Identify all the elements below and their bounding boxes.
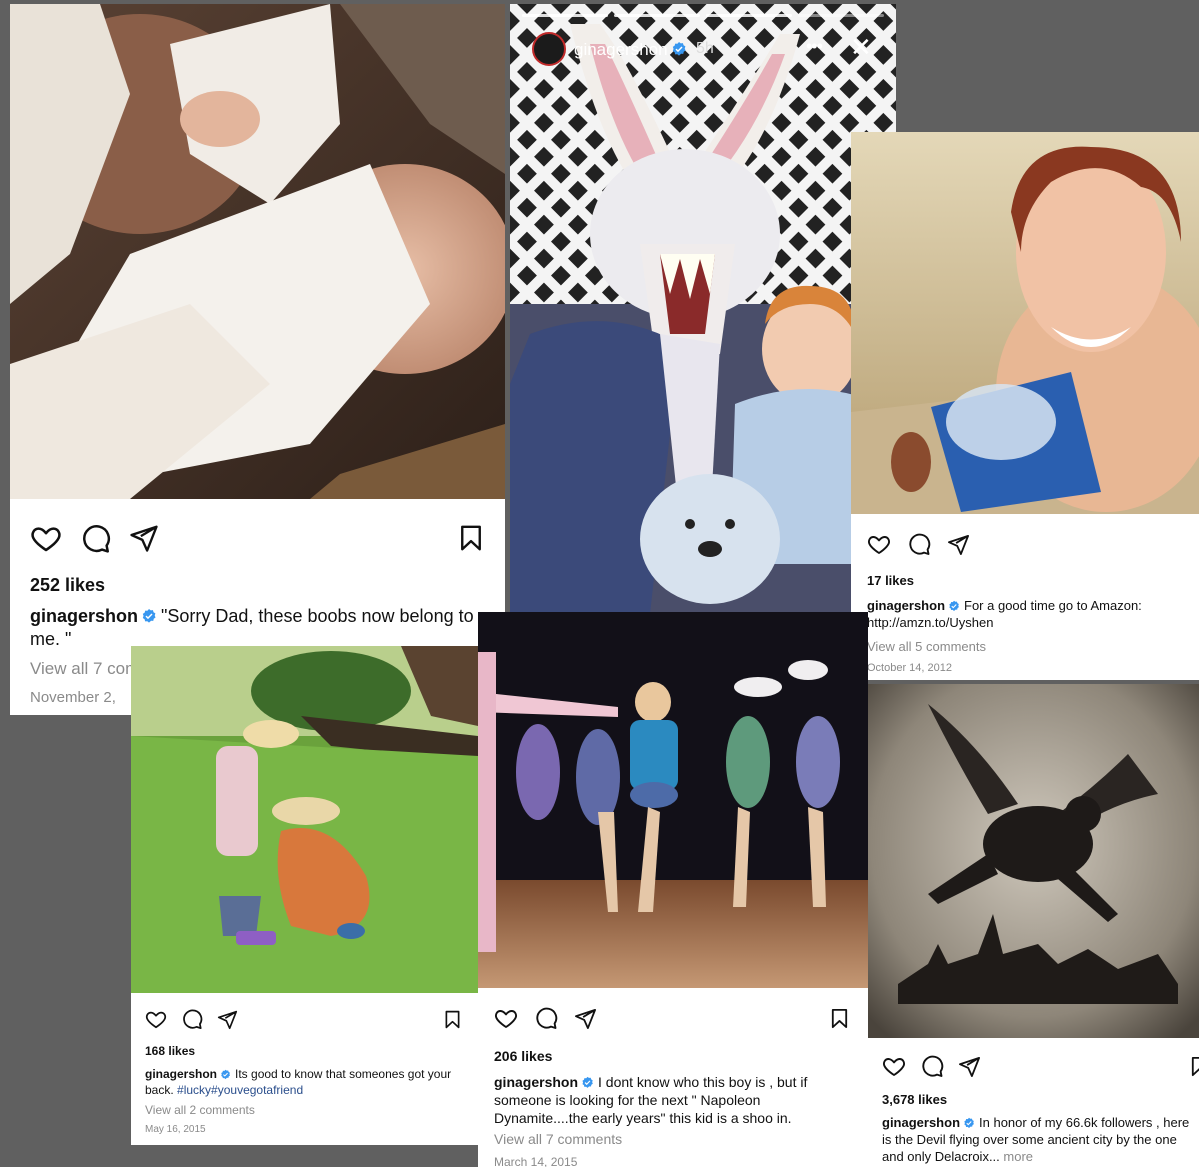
bookmark-icon[interactable] [456,523,486,553]
post-actions [882,1054,981,1078]
post-caption: ginagershon In honor of my 66.6k follower… [882,1115,1199,1166]
likes-count[interactable]: 17 likes [867,573,914,588]
post-date: November 2, [30,689,116,706]
paper-plane-icon[interactable] [958,1055,981,1078]
paper-plane-icon[interactable] [129,523,159,553]
story-photo-easter-bunny [510,4,896,614]
post-date: October 14, 2012 [867,662,953,674]
paper-plane-icon[interactable] [947,533,970,556]
post-card-breastfeeding: 252 likes ginagershon "Sorry Dad, these b… [10,4,505,715]
caption-username[interactable]: ginagershon [30,606,138,626]
caption-username[interactable]: ginagershon [145,1067,217,1081]
close-icon[interactable]: ✕ [850,32,872,63]
post-card-garden-kids: 168 likes ginagershon Its good to know th… [131,646,478,1145]
post-caption: ginagershon For a good time go to Amazon:… [867,598,1197,632]
comment-bubble-icon[interactable] [907,532,931,556]
paper-plane-icon[interactable] [217,1009,238,1030]
photo-newborn-breastfeeding [10,4,505,499]
post-actions [494,1006,597,1030]
verified-badge-icon [963,1117,975,1129]
photo-dance-recital [478,612,868,988]
verified-badge-icon [141,608,157,624]
verified-badge-icon [220,1069,231,1080]
caption-username[interactable]: ginagershon [882,1115,960,1130]
story-progress-4 [798,14,884,17]
verified-badge-icon [948,600,960,612]
post-actions [30,522,159,554]
heart-icon[interactable] [882,1054,906,1078]
post-photo[interactable] [851,132,1199,514]
paper-plane-icon[interactable] [574,1007,597,1030]
post-photo[interactable] [131,646,478,993]
story-progress-2 [614,14,700,17]
post-card-dance-recital: 206 likes ginagershon I dont know who thi… [478,612,868,1167]
bookmark-icon[interactable] [828,1007,851,1030]
more-options-icon[interactable]: ••• [806,36,823,57]
verified-badge-icon [581,1076,594,1089]
caption-hashtags[interactable]: #lucky#youvegotafriend [177,1083,303,1097]
story-progress-1 [522,14,608,17]
likes-count[interactable]: 3,678 likes [882,1092,947,1107]
photo-delacroix-devil-lithograph [868,684,1199,1038]
photo-smiling-child-bath [851,132,1199,514]
post-photo[interactable] [868,684,1199,1038]
story-avatar[interactable] [532,32,566,66]
verified-badge-icon [671,41,687,57]
post-photo[interactable] [478,612,868,988]
view-comments-link[interactable]: View all 2 comments [145,1103,255,1117]
post-photo[interactable] [10,4,505,499]
likes-count[interactable]: 168 likes [145,1044,195,1058]
comment-bubble-icon[interactable] [80,523,111,554]
post-card-delacroix-devil: 3,678 likes ginagershon In honor of my 66… [868,684,1199,1167]
post-caption: ginagershon I dont know who this boy is ,… [494,1073,839,1128]
post-date: March 14, 2015 [494,1155,578,1167]
view-comments-link[interactable]: View all 5 comments [867,639,986,654]
story-progress-3 [706,14,792,17]
caption-username[interactable]: ginagershon [867,598,945,613]
story-viewer: ginagershon 5h ••• ✕ [510,4,896,614]
likes-count[interactable]: 252 likes [30,575,105,596]
likes-count[interactable]: 206 likes [494,1048,552,1064]
heart-icon[interactable] [30,522,62,554]
photo-children-on-lawn [131,646,478,993]
bookmark-icon[interactable] [442,1009,463,1030]
bookmark-icon[interactable] [1188,1055,1199,1078]
caption-username[interactable]: ginagershon [494,1074,578,1090]
story-username[interactable]: ginagershon [574,40,691,60]
view-comments-link[interactable]: View all 7 comments [494,1131,622,1147]
heart-icon[interactable] [867,532,891,556]
heart-icon[interactable] [494,1006,518,1030]
post-actions [145,1008,238,1030]
post-card-bathtub-child: 17 likes ginagershon For a good time go t… [851,132,1199,680]
comment-bubble-icon[interactable] [181,1008,203,1030]
post-actions [867,532,970,556]
story-timestamp: 5h [696,40,714,57]
heart-icon[interactable] [145,1008,167,1030]
more-link[interactable]: more [1003,1149,1033,1164]
comment-bubble-icon[interactable] [534,1006,558,1030]
post-date: May 16, 2015 [145,1124,206,1135]
post-caption: ginagershon Its good to know that someone… [145,1067,460,1098]
comment-bubble-icon[interactable] [920,1054,944,1078]
post-caption: ginagershon "Sorry Dad, these boobs now b… [30,605,490,652]
